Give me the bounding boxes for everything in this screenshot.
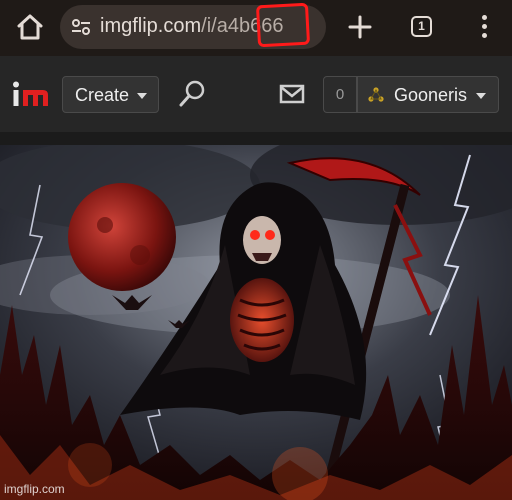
new-tab-button[interactable] [345, 12, 375, 42]
notification-count[interactable]: 0 [323, 76, 357, 113]
avatar [368, 87, 384, 102]
tab-count: 1 [418, 19, 425, 33]
username: Gooneris [394, 85, 468, 105]
user-menu-dropdown[interactable]: Gooneris [357, 76, 499, 113]
imgflip-logo[interactable] [12, 81, 50, 107]
create-label: Create [75, 85, 130, 105]
grim-reaper-artwork [0, 145, 512, 500]
watermark: imgflip.com [4, 482, 65, 496]
messages-button[interactable] [279, 83, 305, 105]
search-button[interactable] [176, 78, 208, 110]
home-icon [17, 14, 43, 40]
browser-toolbar: imgflip.com/i/a4b666 1 [0, 0, 512, 56]
caret-down-icon [137, 93, 147, 99]
home-button[interactable] [13, 10, 47, 44]
tab-switcher-button[interactable]: 1 [411, 16, 432, 37]
mail-icon [279, 84, 305, 104]
search-icon [179, 80, 205, 107]
caret-down-icon [476, 93, 486, 99]
url-domain: imgflip.com [100, 15, 202, 37]
plus-icon [348, 15, 372, 39]
create-dropdown[interactable]: Create [62, 76, 159, 113]
red-circle-annotation [255, 2, 311, 48]
site-info-icon[interactable] [70, 16, 92, 38]
site-navbar: Create 0 Gooneris [0, 56, 512, 132]
more-vert-icon[interactable] [474, 12, 494, 42]
meme-image[interactable]: imgflip.com [0, 145, 512, 500]
